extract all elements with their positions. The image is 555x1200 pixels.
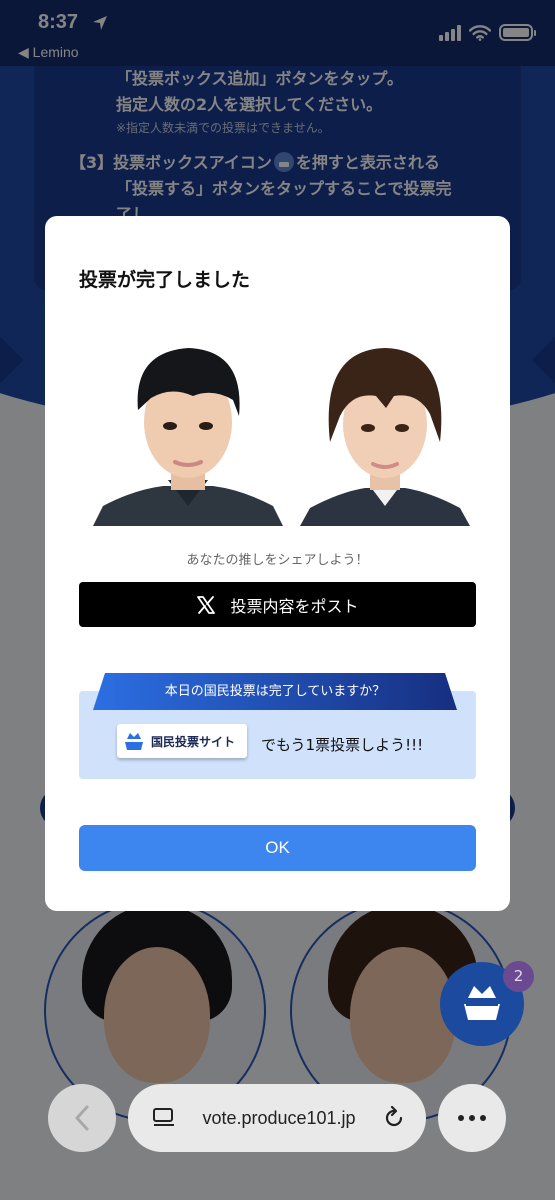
x-logo-icon [197,595,216,614]
browser-back-button[interactable] [48,1084,116,1152]
chevron-left-icon [75,1105,89,1131]
post-to-x-button[interactable]: 投票内容をポスト [79,582,476,627]
selected-trainee-photo [290,330,480,526]
tab-overview-icon[interactable] [152,1107,176,1129]
vote-box-crown-icon [125,733,143,750]
site-button-label: 国民投票サイト [151,734,236,749]
promo-ribbon: 本日の国民投票は完了していますか？ [93,673,457,710]
more-dot-icon [469,1115,475,1121]
national-vote-site-button[interactable]: 国民投票サイト [117,724,247,758]
selected-trainee-photo [93,330,283,526]
portrait-image [93,330,283,526]
more-options-button[interactable] [438,1084,506,1152]
promo-ribbon-text: 本日の国民投票は完了していますか？ [164,684,386,699]
promo-text: でもう1票投票しよう!!! [261,736,424,754]
portrait-image [290,330,480,526]
ok-button[interactable]: OK [79,825,476,871]
reload-icon[interactable] [382,1106,406,1130]
address-bar[interactable]: vote.produce101.jp [128,1084,426,1152]
dialog-title: 投票が完了しました [79,269,251,291]
vote-complete-dialog: 投票が完了しました あなたの推しをシェアしよう！ 投票内容をポスト 本日の国民投… [45,216,510,911]
vote-box-crown-icon [464,986,500,1020]
more-dot-icon [458,1115,464,1121]
post-button-label: 投票内容をポスト [230,596,359,616]
share-caption: あなたの推しをシェアしよう！ [186,553,369,568]
more-dot-icon [480,1115,486,1121]
vote-count-badge: 2 [503,961,534,992]
url-text[interactable]: vote.produce101.jp [176,1108,382,1129]
